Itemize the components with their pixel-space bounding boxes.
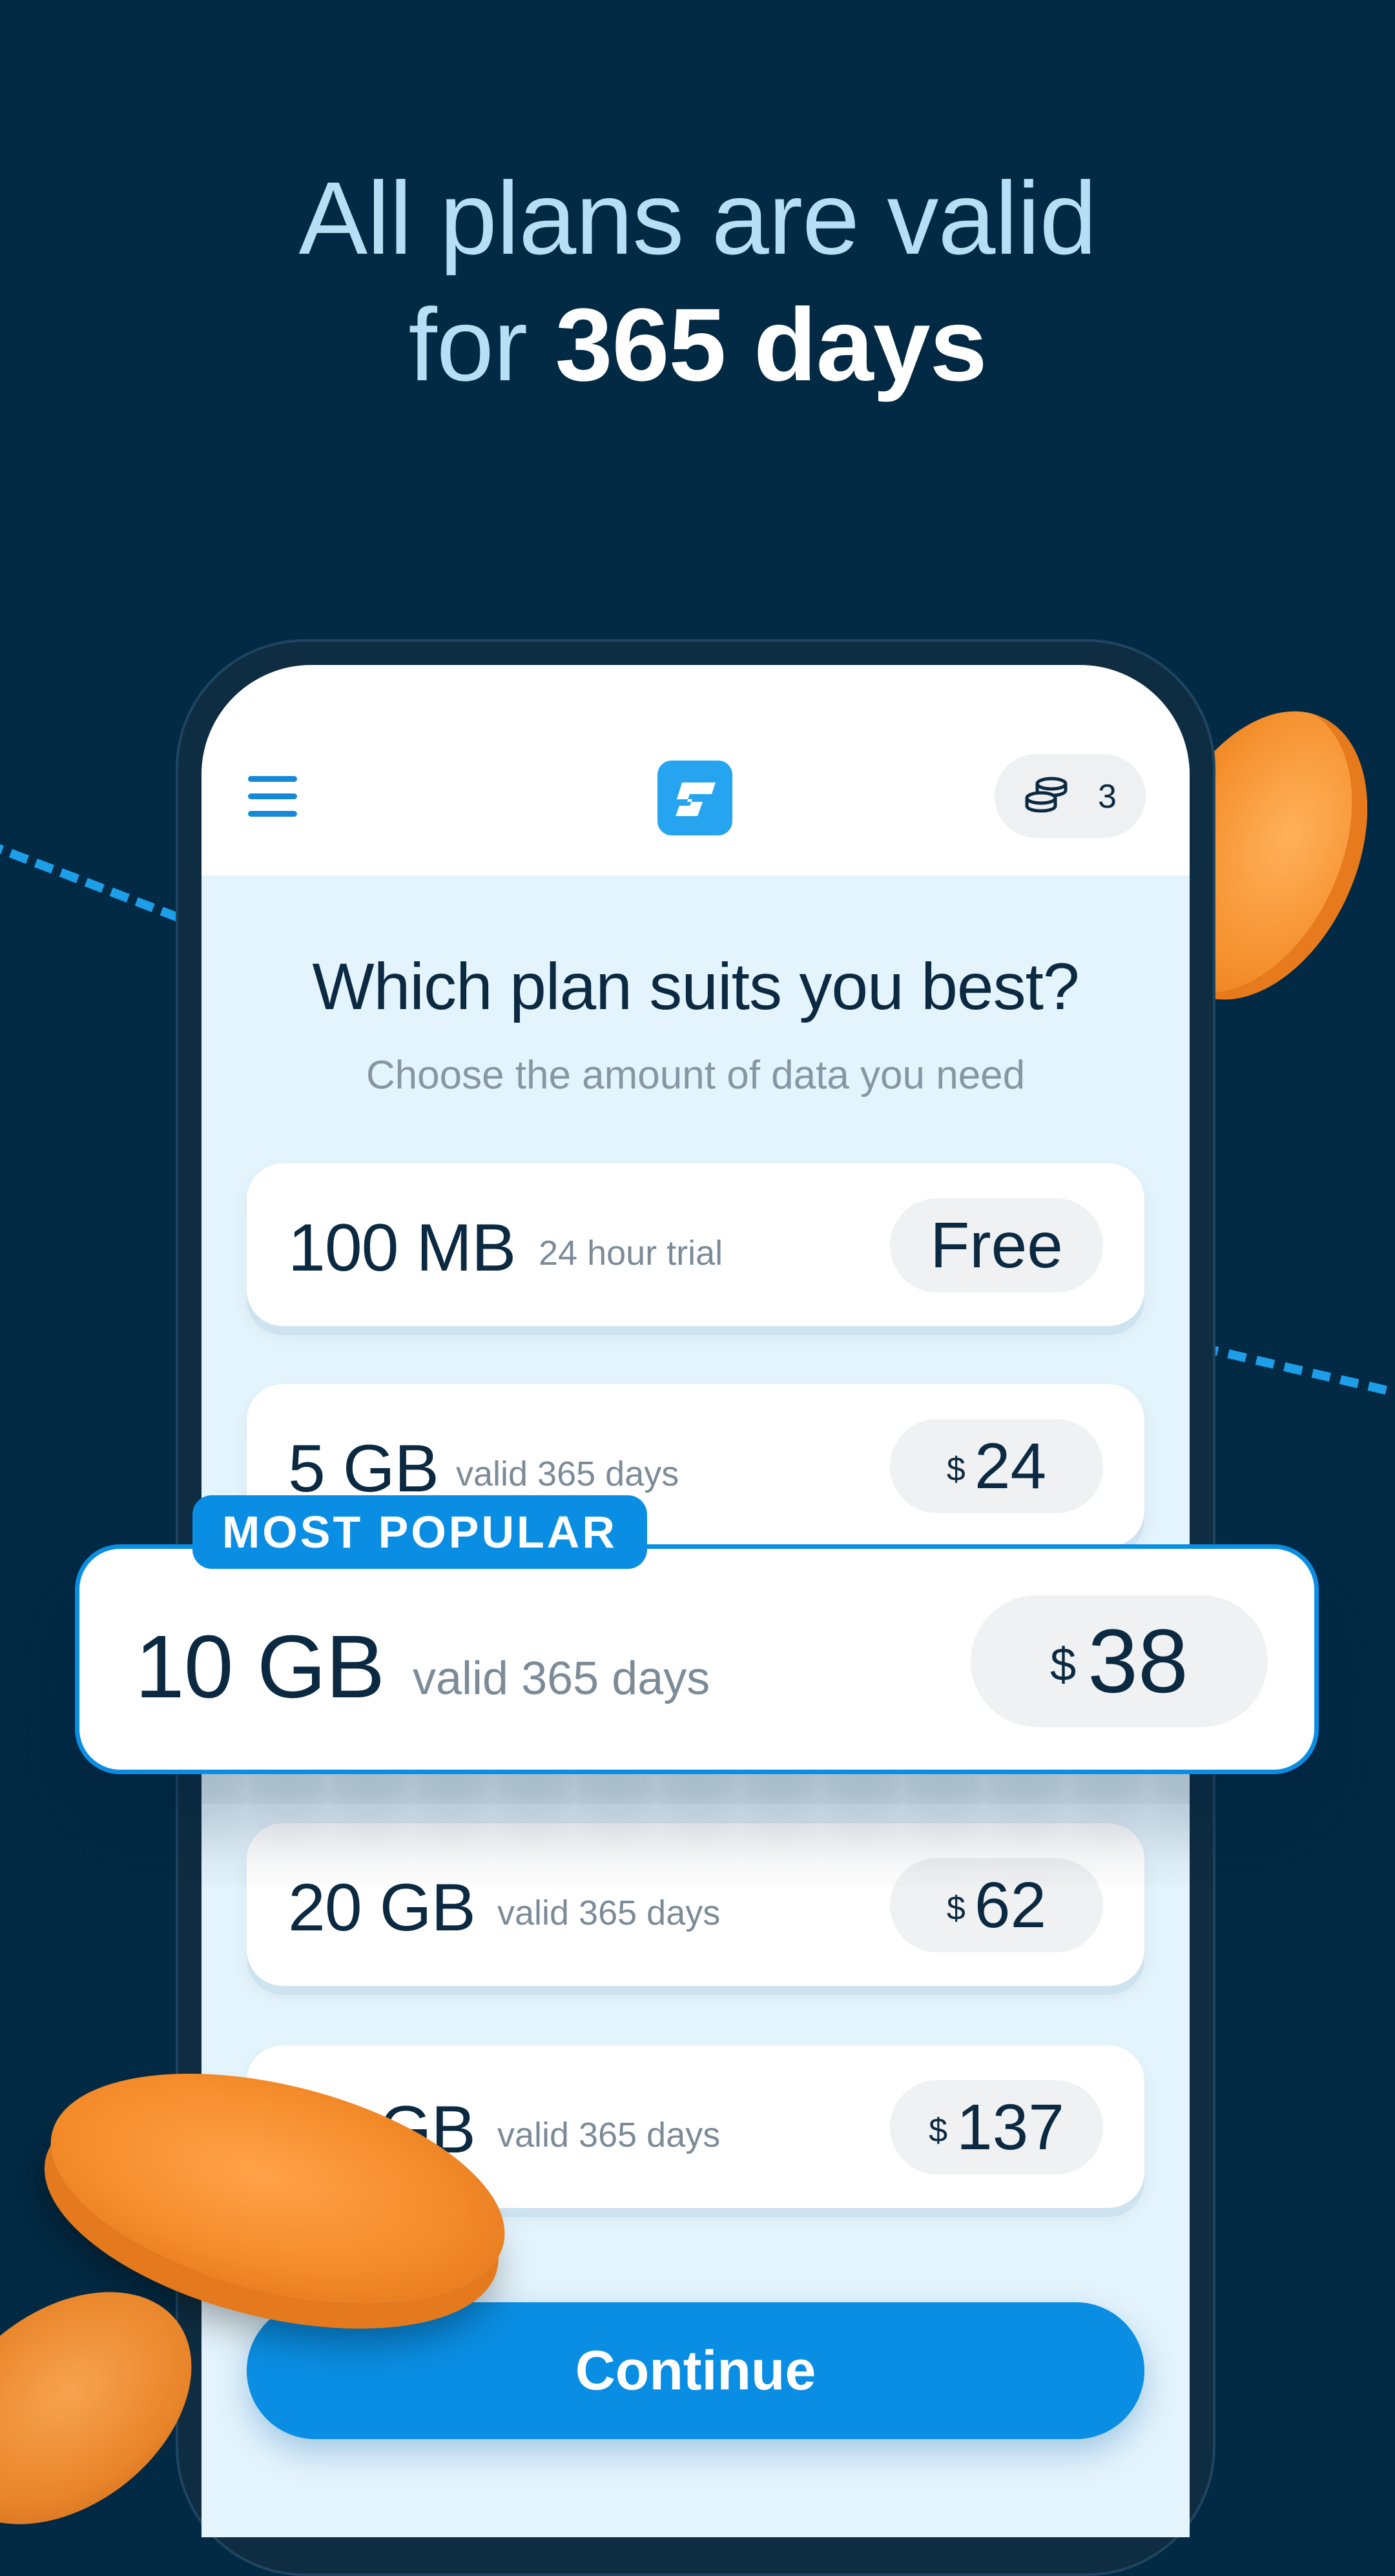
headline-highlight: 365 days bbox=[555, 287, 987, 402]
continue-button[interactable]: Continue bbox=[247, 2302, 1144, 2439]
coins-count: 3 bbox=[1098, 778, 1117, 815]
page-subtitle: Choose the amount of data you need bbox=[366, 1053, 1026, 1098]
plan-note: 24 hour trial bbox=[539, 1234, 723, 1273]
coins-balance-badge[interactable]: 3 bbox=[995, 754, 1146, 838]
plan-price-pill: $ 38 bbox=[971, 1595, 1268, 1727]
price-currency: $ bbox=[1050, 1639, 1077, 1691]
price-amount: 137 bbox=[956, 2090, 1064, 2163]
coins-stack-icon bbox=[1025, 777, 1068, 813]
plan-size: 20 GB bbox=[288, 1870, 476, 1945]
plan-size: 10 GB bbox=[135, 1617, 385, 1717]
app-top-bar: 3 bbox=[202, 665, 1190, 875]
plan-price-pill: $ 137 bbox=[890, 2080, 1103, 2174]
plan-price-free: Free bbox=[930, 1209, 1063, 1282]
plan-note: valid 365 days bbox=[456, 1455, 679, 1493]
headline-line-1: All plans are valid bbox=[298, 160, 1097, 276]
price-currency: $ bbox=[946, 1890, 966, 1927]
page-title: Which plan suits you best? bbox=[312, 950, 1079, 1023]
headline: All plans are valid for 365 days bbox=[0, 155, 1395, 408]
plan-note: valid 365 days bbox=[497, 2116, 721, 2154]
price-amount: 24 bbox=[974, 1429, 1047, 1502]
plan-note: valid 365 days bbox=[413, 1653, 710, 1704]
plan-price-pill: $ 24 bbox=[890, 1419, 1103, 1513]
app-logo-icon bbox=[657, 761, 732, 835]
plan-option-10gb-most-popular[interactable]: 10 GB valid 365 days $ 38 bbox=[75, 1544, 1319, 1774]
dashed-line-left bbox=[0, 839, 180, 922]
plan-price-pill: $ 62 bbox=[890, 1858, 1103, 1952]
headline-line-2: for 365 days bbox=[0, 281, 1395, 408]
price-amount: 62 bbox=[974, 1868, 1047, 1941]
price-currency: $ bbox=[929, 2112, 948, 2149]
plan-option-20gb[interactable]: 20 GB valid 365 days $ 62 bbox=[247, 1823, 1144, 1986]
price-amount: 38 bbox=[1088, 1610, 1188, 1712]
price-currency: $ bbox=[946, 1451, 966, 1488]
dashed-line-right bbox=[1199, 1343, 1395, 1402]
hamburger-menu-icon[interactable] bbox=[248, 776, 297, 819]
logo-mark-icon bbox=[676, 782, 716, 816]
plan-price-pill: Free bbox=[890, 1198, 1103, 1293]
plan-option-100mb[interactable]: 100 MB 24 hour trial Free bbox=[247, 1163, 1144, 1326]
headline-line-2-prefix: for bbox=[408, 287, 555, 402]
plan-size: 100 MB bbox=[288, 1211, 516, 1285]
plan-note: valid 365 days bbox=[497, 1894, 721, 1932]
most-popular-badge: MOST POPULAR bbox=[192, 1495, 647, 1569]
